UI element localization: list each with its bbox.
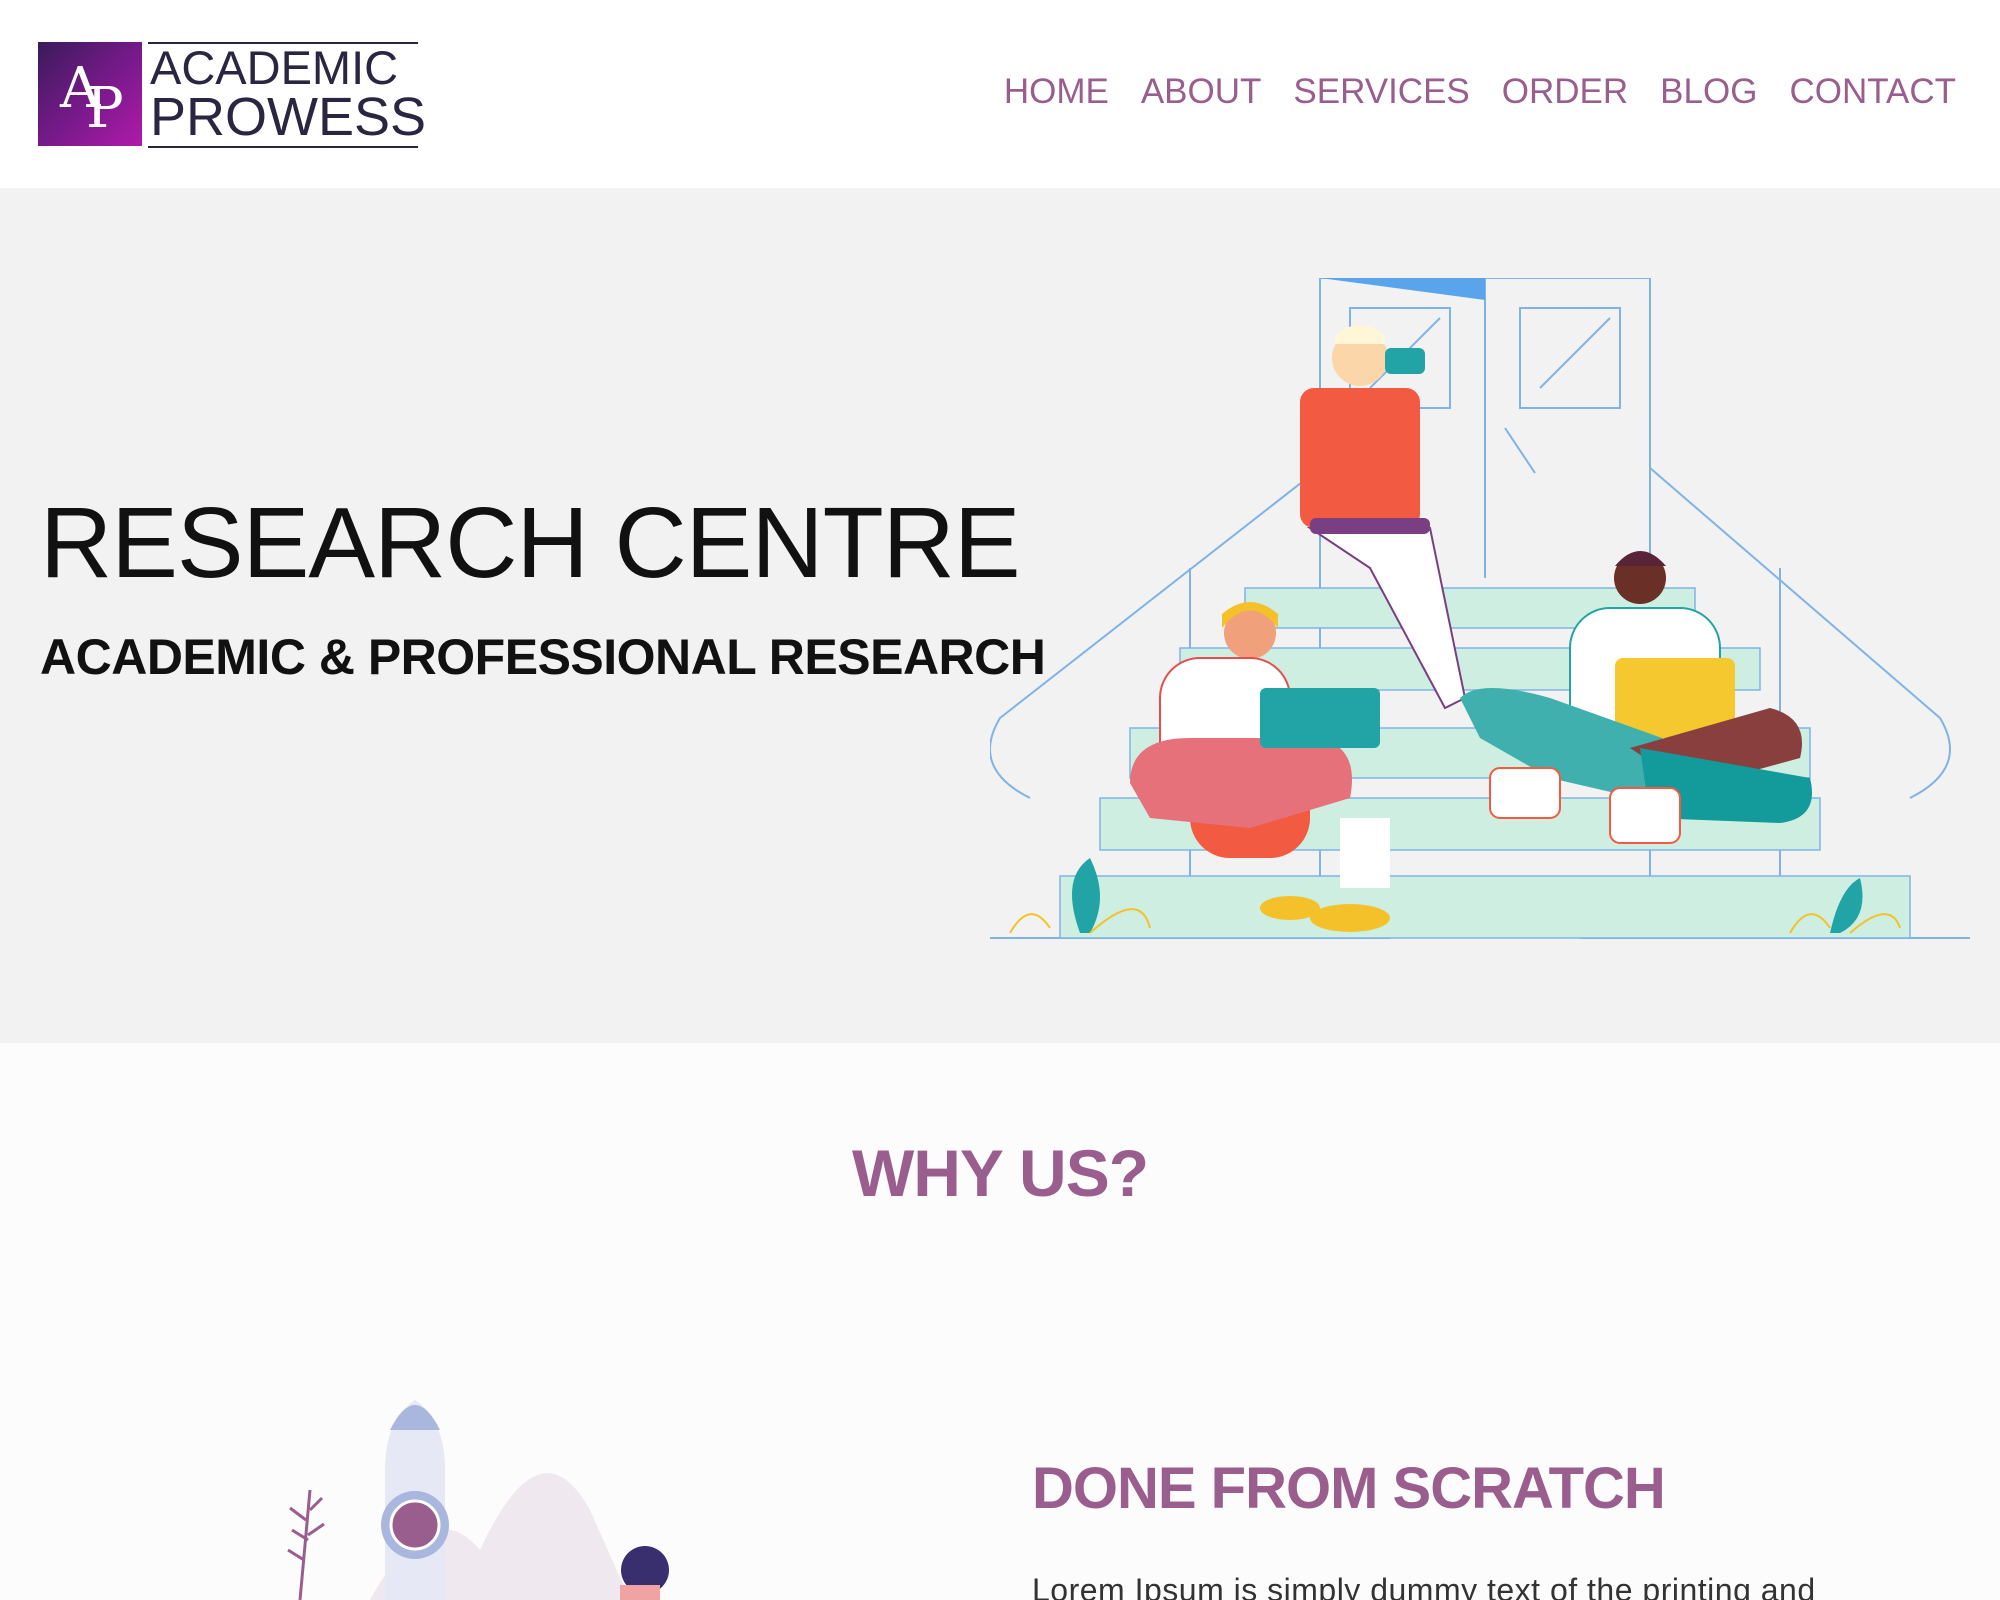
logo-link[interactable]: A P ACADEMIC PROWESS <box>38 40 426 148</box>
rocket-illustration <box>287 1400 669 1600</box>
page: A P ACADEMIC PROWESS HOME ABOUT SERVICES… <box>0 0 2000 1600</box>
nav-item-order[interactable]: ORDER <box>1502 70 1628 114</box>
feature-title: DONE FROM SCRATCH <box>1032 1456 1666 1521</box>
site-header: A P ACADEMIC PROWESS HOME ABOUT SERVICES… <box>0 0 2000 188</box>
feature-text: Lorem Ipsum is simply dummy text of the … <box>1032 1572 1816 1600</box>
logo-monogram: A P <box>38 42 142 146</box>
why-us-heading: WHY US? <box>851 1136 1149 1210</box>
hero-title: RESEARCH CENTRE <box>40 487 1021 599</box>
nav-item-about[interactable]: ABOUT <box>1141 70 1262 114</box>
hero-subtitle: ACADEMIC & PROFESSIONAL RESEARCH <box>40 629 1046 685</box>
nav-item-services[interactable]: SERVICES <box>1293 70 1469 114</box>
hero-section: RESEARCH CENTRE ACADEMIC & PROFESSIONAL … <box>0 188 2000 1043</box>
nav-item-contact[interactable]: CONTACT <box>1789 70 1956 114</box>
logo-word-academic: ACADEMIC <box>150 41 399 94</box>
logo-word-prowess: PROWESS <box>150 87 427 147</box>
main-nav: HOME ABOUT SERVICES ORDER BLOG CONTACT <box>1004 70 1956 114</box>
nav-item-blog[interactable]: BLOG <box>1660 70 1757 114</box>
students-on-stairs-illustration <box>990 278 1970 939</box>
nav-item-home[interactable]: HOME <box>1004 70 1109 114</box>
